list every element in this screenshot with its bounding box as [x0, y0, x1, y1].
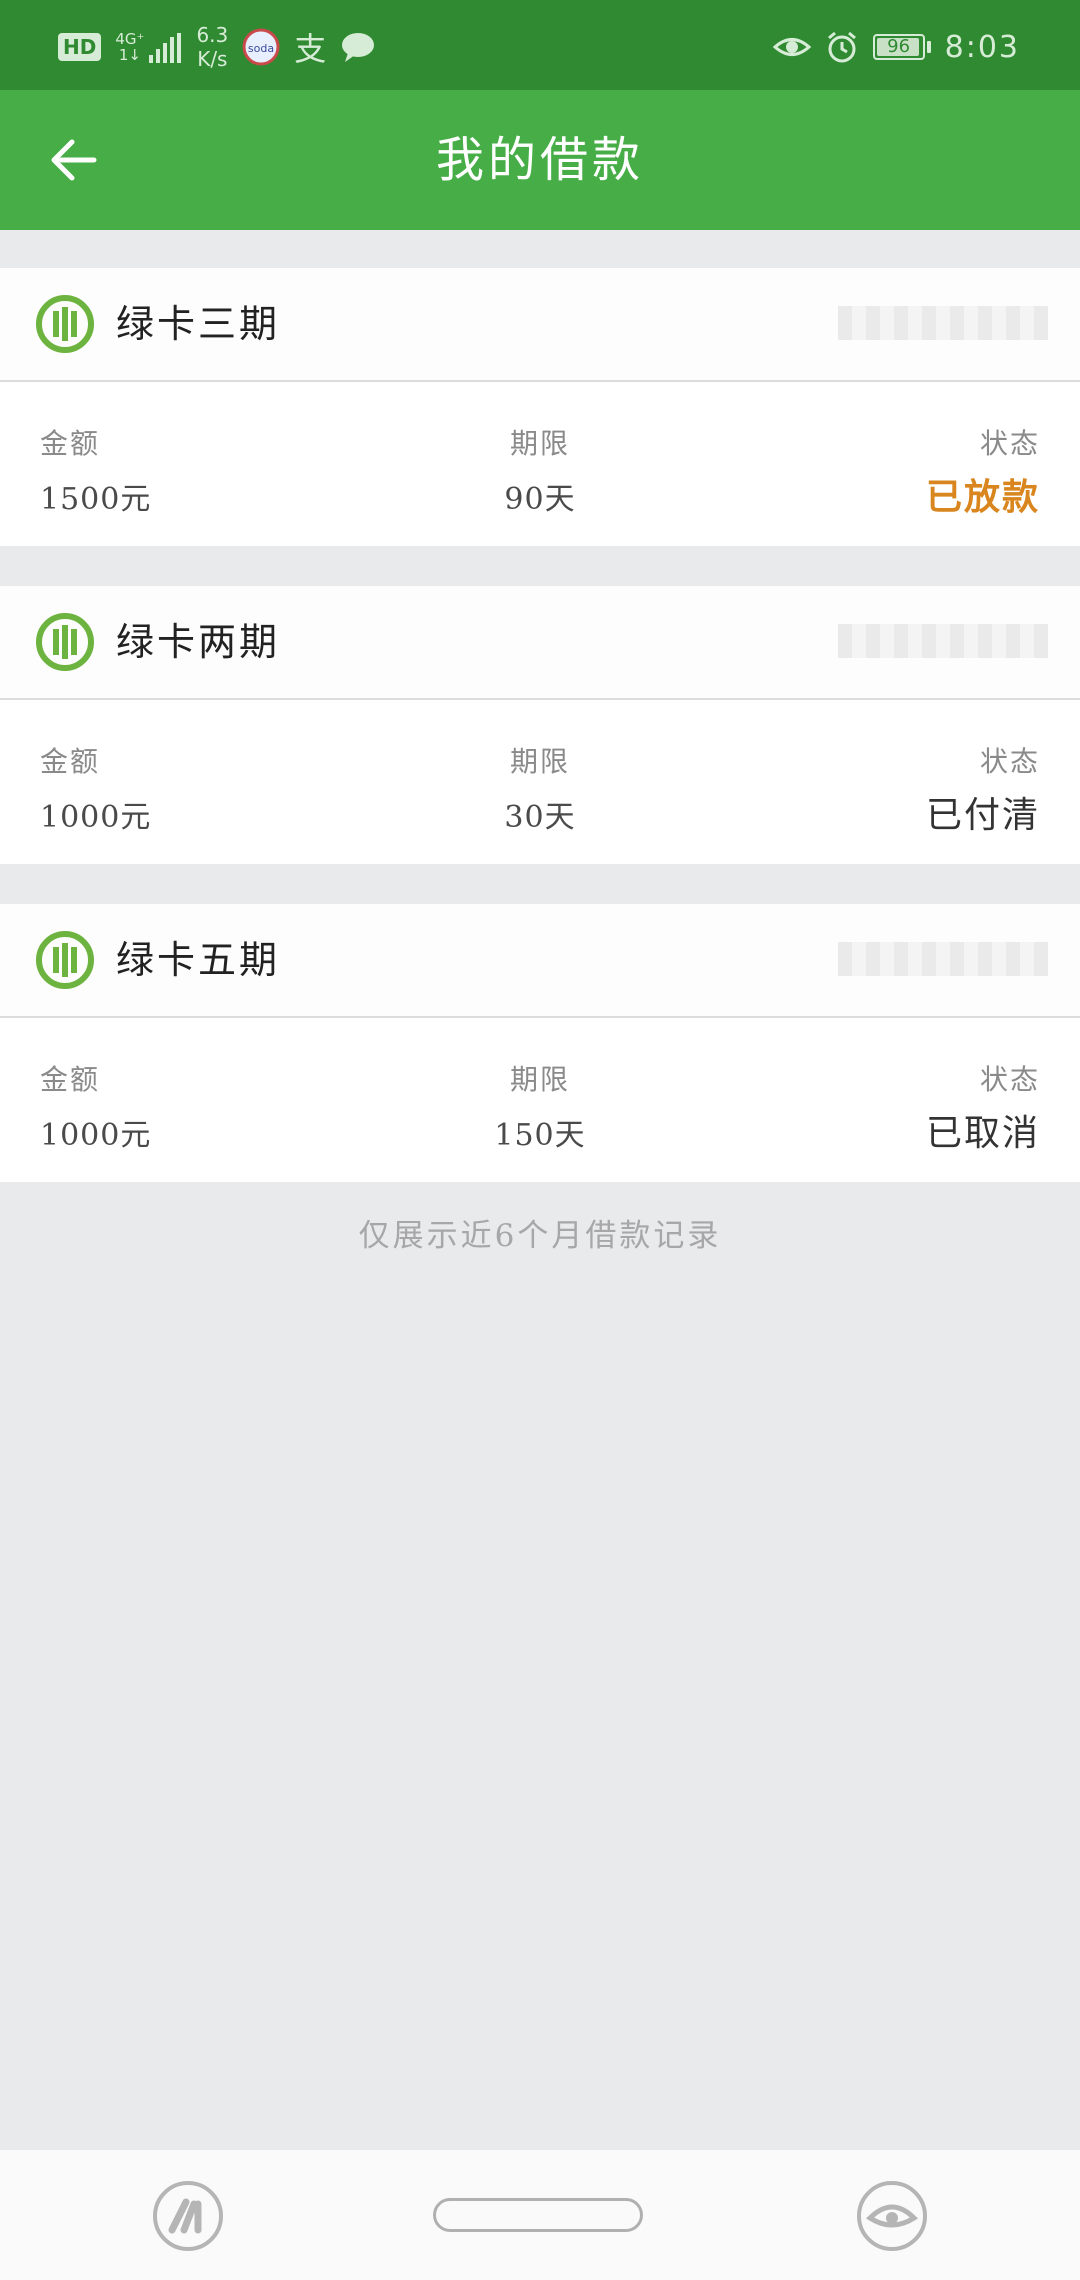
loan-card[interactable]: 绿卡两期 金额 1000元 期限 30天 状态 已付清 — [0, 586, 1080, 864]
product-logo-icon — [36, 295, 94, 353]
term-column: 期限 30天 — [0, 740, 1080, 836]
loan-card-body: 金额 1500元 期限 90天 状态 已放款 — [0, 382, 1080, 546]
masked-loan-id — [838, 942, 1048, 976]
clock: 8:03 — [944, 29, 1020, 65]
ai-assistant-icon[interactable] — [152, 2180, 224, 2252]
app-bar: 我的借款 — [0, 90, 1080, 230]
status-label: 状态 — [979, 745, 1040, 778]
loan-card[interactable]: 绿卡三期 金额 1500元 期限 90天 状态 已放款 — [0, 268, 1080, 546]
term-label: 期限 — [509, 1063, 570, 1096]
network-indicator: 4G⁺ 1↓ — [115, 31, 182, 63]
hd-indicator: HD — [58, 33, 102, 61]
eye-comfort-icon — [772, 38, 811, 56]
status-value: 已放款 — [925, 476, 1040, 518]
history-footnote: 仅展示近6个月借款记录 — [358, 1218, 722, 1254]
alipay-icon: 支 — [294, 30, 327, 68]
system-nav-bar — [0, 2150, 1080, 2280]
status-label: 状态 — [979, 427, 1040, 460]
status-right: 96 8:03 — [772, 20, 1020, 74]
status-column: 状态 已取消 — [926, 1058, 1040, 1156]
battery-tip — [926, 41, 931, 53]
loan-product-name: 绿卡五期 — [116, 938, 281, 982]
home-pill-button[interactable] — [433, 2198, 643, 2232]
alarm-icon — [827, 31, 856, 63]
loan-product-name: 绿卡两期 — [116, 620, 281, 664]
loan-card[interactable]: 绿卡五期 金额 1000元 期限 150天 状态 已取消 — [0, 904, 1080, 1182]
battery-indicator: 96 — [872, 34, 931, 60]
network-speed: 6.3 K/s — [196, 23, 228, 71]
status-bar: HD 4G⁺ 1↓ 6.3 K/s soda 支 96 8:03 — [0, 0, 1080, 90]
term-value: 30天 — [504, 800, 576, 835]
loan-card-header: 绿卡五期 — [0, 904, 1080, 1018]
signal-icon — [149, 33, 182, 63]
loan-card-body: 金额 1000元 期限 150天 状态 已取消 — [0, 1018, 1080, 1182]
status-label: 状态 — [979, 1063, 1040, 1096]
term-value: 90天 — [504, 482, 576, 517]
loan-card-body: 金额 1000元 期限 30天 状态 已付清 — [0, 700, 1080, 864]
status-value: 已取消 — [925, 1113, 1040, 1154]
status-value: 已付清 — [925, 795, 1040, 836]
term-column: 期限 150天 — [0, 1058, 1080, 1154]
battery-icon: 96 — [872, 34, 925, 60]
product-logo-icon — [36, 931, 94, 989]
soda-app-icon: soda — [242, 28, 280, 66]
term-label: 期限 — [509, 745, 570, 778]
speed-value: 6.3 — [196, 23, 229, 47]
loan-card-header: 绿卡两期 — [0, 586, 1080, 700]
loan-product-name: 绿卡三期 — [116, 302, 281, 346]
term-value: 150天 — [494, 1118, 586, 1153]
network-type: 4G⁺ — [115, 30, 145, 48]
network-sub: 1↓ — [118, 46, 141, 64]
status-left: HD 4G⁺ 1↓ 6.3 K/s soda 支 — [58, 20, 376, 74]
soda-app-label: soda — [248, 42, 274, 55]
eye-assistant-icon[interactable] — [856, 2180, 928, 2252]
page-title: 我的借款 — [435, 132, 644, 188]
status-column: 状态 已付清 — [926, 740, 1040, 838]
loan-card-header: 绿卡三期 — [0, 268, 1080, 382]
masked-loan-id — [838, 624, 1048, 658]
product-logo-icon — [36, 613, 94, 671]
masked-loan-id — [838, 306, 1048, 340]
speed-unit: K/s — [197, 47, 228, 71]
battery-level: 96 — [887, 36, 911, 57]
chat-bubble-icon — [342, 33, 375, 62]
term-column: 期限 90天 — [0, 422, 1080, 518]
status-column: 状态 已放款 — [926, 422, 1040, 520]
term-label: 期限 — [509, 427, 570, 460]
